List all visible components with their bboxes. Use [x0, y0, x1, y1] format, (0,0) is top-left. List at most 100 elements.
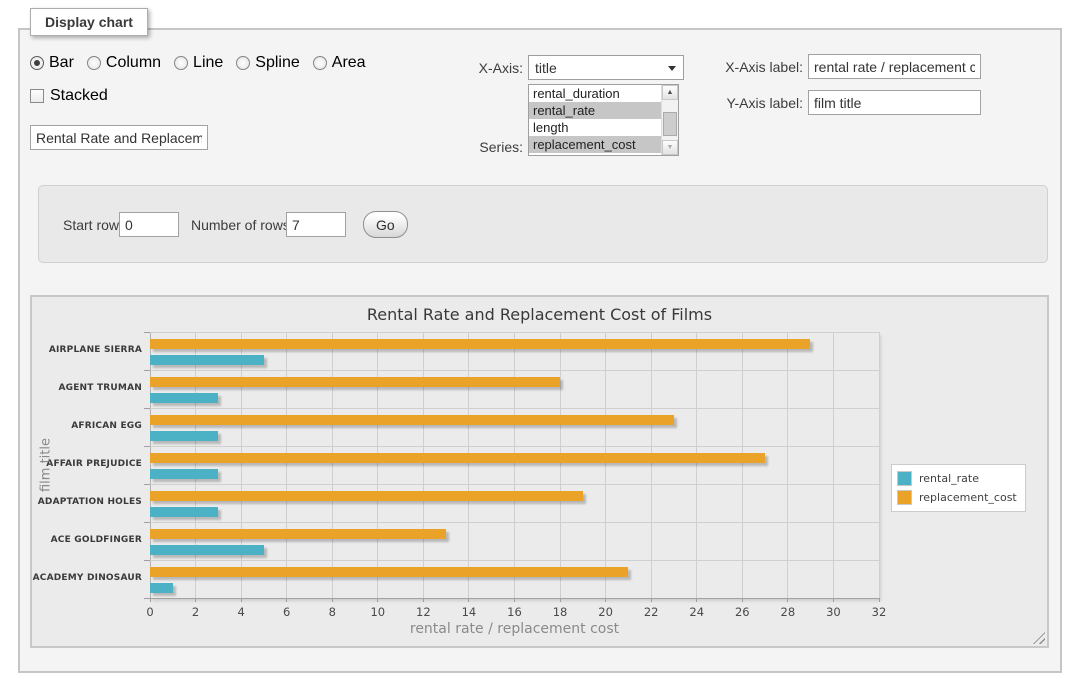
axis-tick [241, 598, 242, 602]
gridline [150, 484, 879, 485]
series-option[interactable]: replacement_cost [529, 136, 661, 153]
series-listbox[interactable]: rental_duration rental_rate length repla… [528, 84, 679, 156]
axis-tick [833, 598, 834, 602]
x-tick-label: 12 [403, 605, 443, 619]
gridline [150, 332, 151, 598]
scroll-down-icon[interactable]: ▼ [662, 140, 678, 155]
number-of-rows-input[interactable] [286, 212, 346, 237]
bar-rental_rate [150, 507, 218, 517]
gridline [651, 332, 652, 598]
chart-type-group: Bar Column Line Spline Area [30, 54, 366, 72]
radio-label: Line [193, 54, 223, 72]
checkbox-icon[interactable] [30, 89, 44, 103]
gridline [423, 332, 424, 598]
category-label: AGENT TRUMAN [28, 383, 142, 393]
gridline [150, 522, 879, 523]
number-of-rows-label: Number of rows: [191, 217, 294, 233]
gridline [696, 332, 697, 598]
bar-rental_rate [150, 431, 218, 441]
chart-type-option[interactable]: Bar [30, 54, 74, 72]
gridline [560, 332, 561, 598]
series-option[interactable]: length [529, 119, 661, 136]
chart-type-option[interactable]: Spline [236, 54, 299, 72]
radio-label: Column [106, 54, 161, 72]
x-tick-label: 32 [859, 605, 899, 619]
gridline [833, 332, 834, 598]
bar-replacement_cost [150, 339, 810, 349]
radio-icon[interactable] [30, 56, 44, 70]
gridline [150, 370, 879, 371]
axis-tick [605, 598, 606, 602]
gridline [150, 408, 879, 409]
bar-rental_rate [150, 583, 173, 593]
gridline [742, 332, 743, 598]
axis-tick [377, 598, 378, 602]
go-button[interactable]: Go [363, 211, 408, 238]
chevron-down-icon [668, 66, 676, 71]
radio-icon[interactable] [87, 56, 101, 70]
resize-grip-icon[interactable] [1033, 632, 1045, 644]
gridline [150, 560, 879, 561]
x-tick-label: 28 [768, 605, 808, 619]
gridline [195, 332, 196, 598]
start-row-input[interactable] [119, 212, 179, 237]
series-option[interactable]: rental_rate [529, 102, 661, 119]
radio-icon[interactable] [174, 56, 188, 70]
axis-tick [468, 598, 469, 602]
x-tick-label: 8 [312, 605, 352, 619]
x-axis-select-label: X-Axis: [460, 60, 523, 76]
axis-tick [144, 522, 150, 523]
gridline [787, 332, 788, 598]
axis-tick [195, 598, 196, 602]
axis-tick [514, 598, 515, 602]
category-label: ADAPTATION HOLES [28, 497, 142, 507]
axis-tick [144, 370, 150, 371]
gridline [605, 332, 606, 598]
axis-tick [423, 598, 424, 602]
bar-rental_rate [150, 545, 264, 555]
chart-type-option[interactable]: Column [87, 54, 161, 72]
axis-tick [696, 598, 697, 602]
x-tick-label: 20 [586, 605, 626, 619]
gridline [514, 332, 515, 598]
radio-icon[interactable] [313, 56, 327, 70]
panel-legend: Display chart [30, 8, 148, 36]
chart-title-input[interactable] [30, 125, 208, 150]
bar-replacement_cost [150, 415, 674, 425]
scroll-up-icon[interactable]: ▲ [662, 85, 678, 100]
y-axis-title: film title [39, 438, 54, 492]
x-tick-label: 2 [176, 605, 216, 619]
x-tick-label: 26 [722, 605, 762, 619]
start-row-label: Start row: [63, 217, 123, 233]
axis-tick [144, 332, 150, 333]
legend-swatch [897, 471, 912, 486]
stacked-checkbox[interactable]: Stacked [30, 87, 108, 105]
x-tick-label: 16 [495, 605, 535, 619]
scrollbar[interactable]: ▲ ▼ [661, 85, 678, 155]
gridline [879, 332, 880, 598]
bar-rental_rate [150, 355, 264, 365]
x-axis-label-input[interactable] [808, 54, 981, 79]
chart-legend: rental_ratereplacement_cost [891, 464, 1026, 512]
y-axis-label-input[interactable] [808, 90, 981, 115]
bar-replacement_cost [150, 491, 583, 501]
x-tick-label: 10 [358, 605, 398, 619]
chart-type-option[interactable]: Line [174, 54, 223, 72]
page: Display chart Bar Column Line Spline Are… [0, 0, 1081, 681]
category-label: AIRPLANE SIERRA [28, 345, 142, 355]
bar-replacement_cost [150, 567, 628, 577]
scrollbar-thumb[interactable] [663, 112, 677, 136]
series-label: Series: [460, 139, 523, 155]
x-tick-label: 14 [449, 605, 489, 619]
gridline [377, 332, 378, 598]
x-axis-select[interactable]: title [528, 55, 684, 80]
axis-tick [144, 408, 150, 409]
x-axis-title: rental rate / replacement cost [150, 621, 879, 637]
bar-replacement_cost [150, 529, 446, 539]
series-option[interactable]: rental_duration [529, 85, 661, 102]
bar-replacement_cost [150, 377, 560, 387]
chart-type-option[interactable]: Area [313, 54, 366, 72]
axis-tick [286, 598, 287, 602]
radio-icon[interactable] [236, 56, 250, 70]
gridline [241, 332, 242, 598]
